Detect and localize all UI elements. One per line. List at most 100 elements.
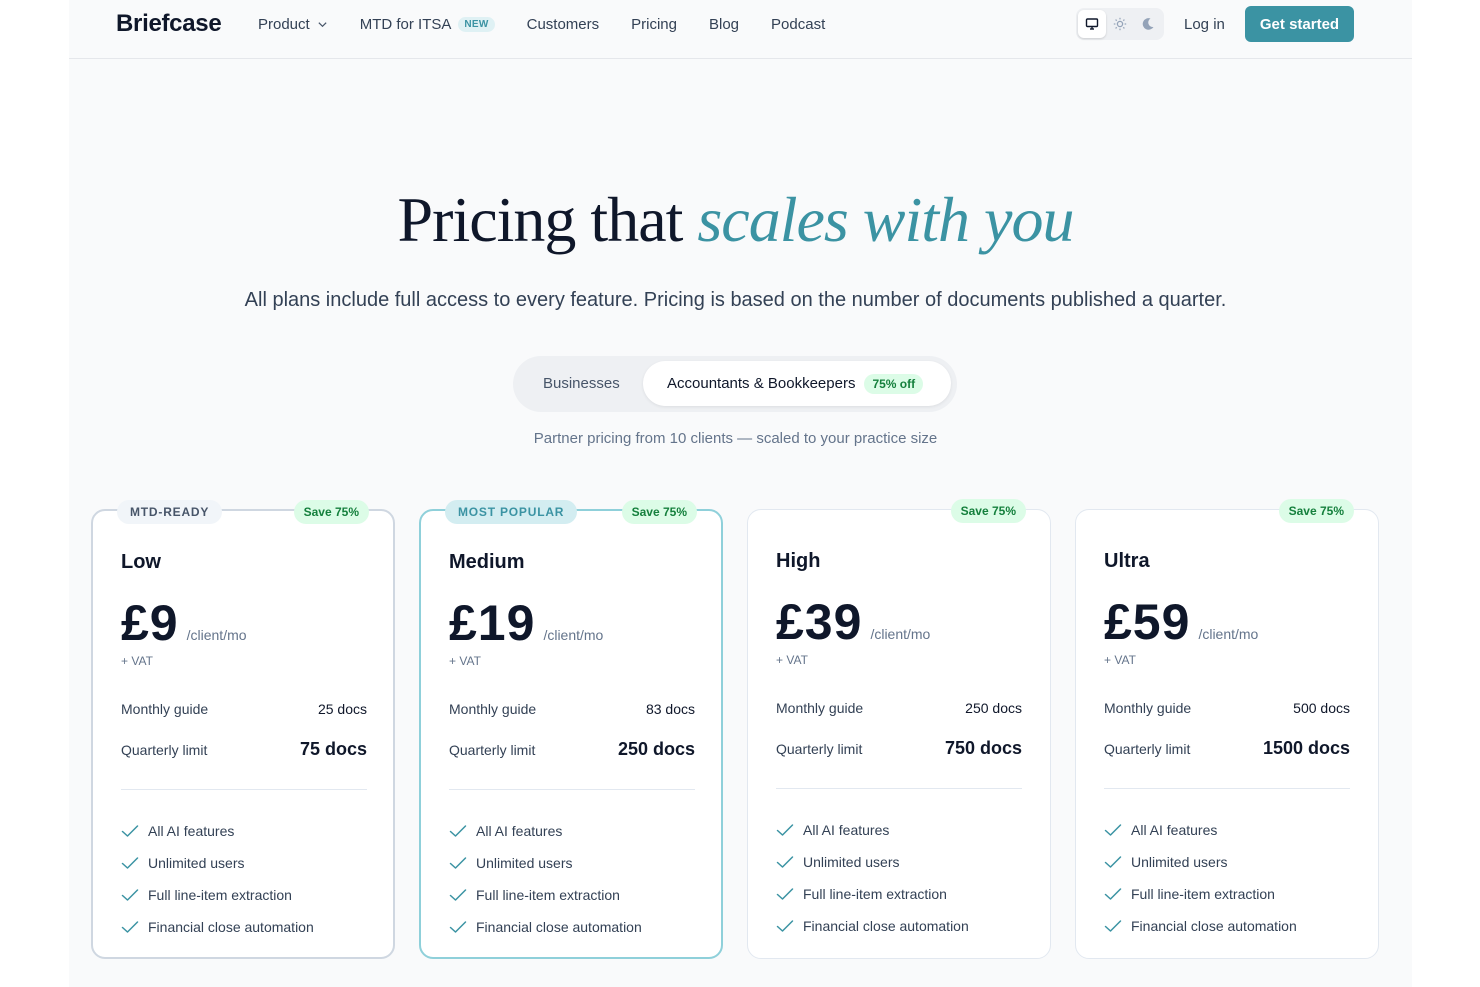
feature-list: All AI features Unlimited users Full line-… — [121, 815, 314, 943]
feature-list: All AI features Unlimited users Full line-… — [776, 814, 969, 942]
monthly-guide-label: Monthly guide — [1104, 700, 1192, 716]
nav-podcast[interactable]: Podcast — [771, 16, 825, 33]
monthly-guide-label: Monthly guide — [121, 701, 209, 717]
plan-card-medium[interactable]: MOST POPULAR Save 75% Medium £19 /client/m… — [419, 500, 723, 959]
nav-links: Product MTD for ITSA NEW Customers Prici… — [258, 16, 857, 33]
nav-pricing[interactable]: Pricing — [631, 16, 677, 33]
vat-note: + VAT — [121, 654, 153, 668]
nav-blog[interactable]: Blog — [709, 16, 739, 33]
chevron-down-icon — [318, 22, 327, 28]
check-icon — [449, 889, 467, 901]
theme-toggle — [1076, 8, 1164, 40]
price-row: £9 /client/mo — [121, 594, 247, 652]
check-icon — [776, 824, 794, 836]
price-period: /client/mo — [543, 627, 604, 643]
feature-label: Financial close automation — [1131, 918, 1297, 934]
feature-item: Full line-item extraction — [449, 879, 642, 911]
nav-product[interactable]: Product — [258, 16, 328, 33]
feature-item: Unlimited users — [449, 847, 642, 879]
quarterly-limit-label: Quarterly limit — [449, 741, 536, 758]
feature-item: Unlimited users — [1104, 846, 1297, 878]
page-subtitle: All plans include full access to every f… — [244, 289, 1227, 311]
check-icon — [776, 888, 794, 900]
theme-dark-button[interactable] — [1134, 10, 1162, 38]
feature-label: All AI features — [1131, 822, 1218, 838]
feature-label: Full line-item extraction — [1131, 886, 1275, 902]
plan-name: Medium — [449, 551, 525, 573]
login-link[interactable]: Log in — [1184, 16, 1225, 33]
feature-item: All AI features — [1104, 814, 1297, 846]
plan-name: High — [776, 550, 821, 572]
plan-price: £9 — [121, 595, 179, 651]
feature-label: Unlimited users — [1131, 854, 1228, 870]
monthly-guide-row: Monthly guide 250 docs — [776, 700, 1022, 716]
nav-mtd-for-itsa[interactable]: MTD for ITSA NEW — [360, 16, 495, 33]
nav-customers[interactable]: Customers — [527, 16, 600, 33]
quarterly-limit-value: 250 docs — [617, 739, 695, 759]
plan-card-high[interactable]: Save 75% High £39 /client/mo + VAT Monthl… — [747, 499, 1051, 959]
price-period: /client/mo — [186, 627, 247, 643]
feature-item: Unlimited users — [776, 846, 969, 878]
plan-card-low[interactable]: MTD-READY Save 75% Low £9 /client/mo + VAT… — [91, 500, 395, 959]
theme-light-button[interactable] — [1106, 10, 1134, 38]
monthly-guide-value: 500 docs — [1293, 700, 1350, 716]
price-row: £19 /client/mo — [449, 594, 603, 652]
monthly-guide-row: Monthly guide 83 docs — [449, 701, 695, 717]
sun-icon — [1113, 17, 1127, 31]
moon-icon — [1142, 18, 1154, 30]
feature-item: Full line-item extraction — [776, 878, 969, 910]
quarterly-limit-label: Quarterly limit — [1104, 740, 1191, 757]
theme-system-button[interactable] — [1078, 10, 1106, 38]
divider — [449, 789, 695, 790]
plan-card-ultra[interactable]: Save 75% Ultra £59 /client/mo + VAT Month… — [1075, 499, 1379, 959]
feature-item: Unlimited users — [121, 847, 314, 879]
quarterly-limit-value: 750 docs — [944, 738, 1022, 758]
divider — [121, 789, 367, 790]
page-title: Pricing that scales with you — [69, 183, 1402, 257]
vat-note: + VAT — [1104, 653, 1136, 667]
feature-label: Unlimited users — [148, 855, 245, 871]
save-badge: Save 75% — [950, 499, 1026, 523]
monthly-guide-value: 25 docs — [317, 701, 367, 717]
check-icon — [121, 857, 139, 869]
check-icon — [121, 825, 139, 837]
title-plain: Pricing that — [397, 184, 684, 255]
feature-item: Financial close automation — [776, 910, 969, 942]
feature-list: All AI features Unlimited users Full line-… — [1104, 814, 1297, 942]
save-badge: Save 75% — [293, 500, 369, 524]
price-period: /client/mo — [1198, 626, 1259, 642]
plan-price: £59 — [1104, 594, 1191, 650]
quarterly-limit-value: 1500 docs — [1262, 738, 1350, 758]
monthly-guide-label: Monthly guide — [449, 701, 537, 717]
feature-item: All AI features — [121, 815, 314, 847]
get-started-button[interactable]: Get started — [1245, 6, 1354, 42]
monitor-icon — [1085, 18, 1099, 30]
save-badge: Save 75% — [621, 500, 697, 524]
toggle-businesses[interactable]: Businesses — [543, 375, 620, 392]
feature-list: All AI features Unlimited users Full line-… — [449, 815, 642, 943]
divider — [1104, 788, 1350, 789]
quarterly-limit-row: Quarterly limit 250 docs — [449, 739, 695, 760]
feature-item: Full line-item extraction — [1104, 878, 1297, 910]
toggle-accountants[interactable]: Accountants & Bookkeepers 75% off — [643, 361, 951, 406]
plan-price: £19 — [449, 595, 536, 651]
check-icon — [1104, 920, 1122, 932]
feature-label: Full line-item extraction — [803, 886, 947, 902]
plan-price: £39 — [776, 594, 863, 650]
feature-item: Financial close automation — [1104, 910, 1297, 942]
check-icon — [776, 856, 794, 868]
nav-mtd-label: MTD for ITSA — [359, 16, 452, 33]
discount-badge: 75% off — [864, 373, 924, 394]
feature-item: Full line-item extraction — [121, 879, 314, 911]
logo[interactable]: Briefcase — [116, 10, 222, 38]
feature-label: Full line-item extraction — [148, 887, 292, 903]
feature-item: All AI features — [449, 815, 642, 847]
quarterly-limit-row: Quarterly limit 1500 docs — [1104, 738, 1350, 759]
feature-label: All AI features — [476, 823, 563, 839]
quarterly-limit-value: 75 docs — [299, 739, 367, 759]
audience-toggle: Businesses Accountants & Bookkeepers 75%… — [513, 356, 957, 412]
title-accent: scales with you — [697, 184, 1074, 255]
feature-item: All AI features — [776, 814, 969, 846]
price-row: £39 /client/mo — [776, 593, 930, 651]
check-icon — [1104, 888, 1122, 900]
